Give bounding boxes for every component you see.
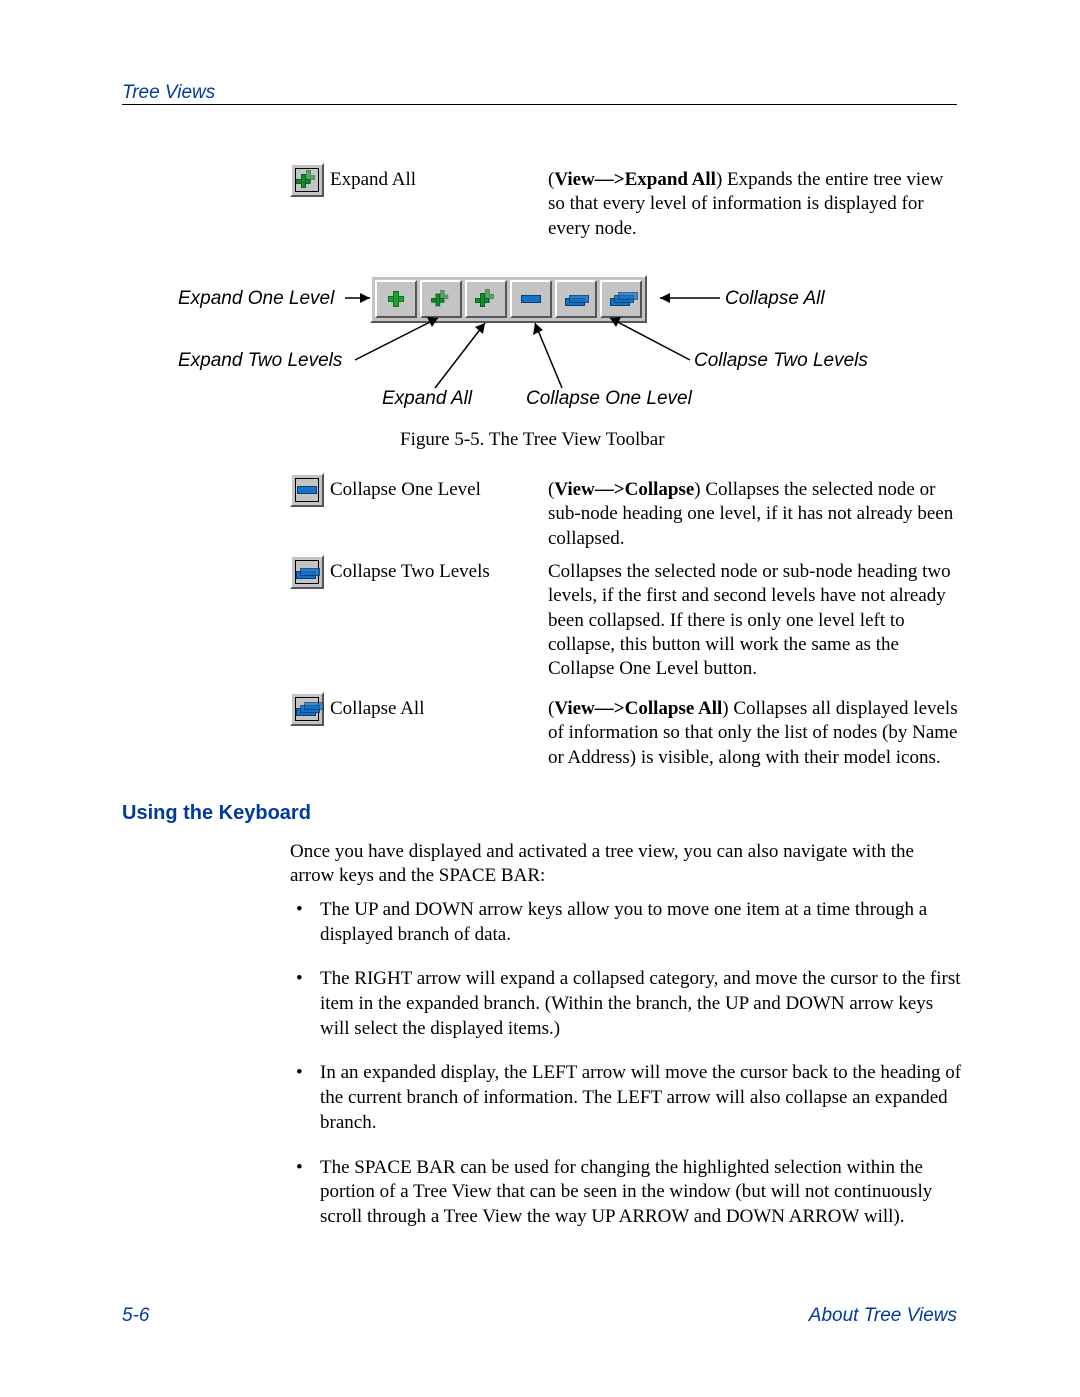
collapse-all-icon: [290, 692, 324, 726]
bullet-item: The UP and DOWN arrow keys allow you to …: [290, 898, 965, 947]
collapse-all-label: Collapse All: [330, 697, 424, 721]
collapse-all-desc: (View—>Collapse All) Collapses all displ…: [548, 697, 963, 770]
page-number: 5-6: [122, 1305, 149, 1327]
keyboard-bullets: The UP and DOWN arrow keys allow you to …: [290, 898, 965, 1250]
footer-section: About Tree Views: [809, 1305, 957, 1327]
figure-caption: Figure 5-5. The Tree View Toolbar: [400, 428, 665, 452]
keyboard-intro: Once you have displayed and activated a …: [290, 840, 960, 889]
collapse-two-icon: [290, 555, 324, 589]
page: Tree Views Expand All (View—>Expand All)…: [0, 0, 1080, 1397]
bullet-item: The RIGHT arrow will expand a collapsed …: [290, 967, 965, 1041]
bullet-item: In an expanded display, the LEFT arrow w…: [290, 1061, 965, 1135]
collapse-one-icon: [290, 473, 324, 507]
bullet-item: The SPACE BAR can be used for changing t…: [290, 1156, 965, 1230]
callout-arrows: [0, 0, 1080, 500]
section-heading-keyboard: Using the Keyboard: [122, 802, 311, 825]
collapse-two-desc: Collapses the selected node or sub-node …: [548, 560, 963, 682]
collapse-two-label: Collapse Two Levels: [330, 560, 490, 584]
collapse-one-desc: (View—>Collapse) Collapses the selected …: [548, 478, 963, 551]
collapse-one-label: Collapse One Level: [330, 478, 481, 502]
